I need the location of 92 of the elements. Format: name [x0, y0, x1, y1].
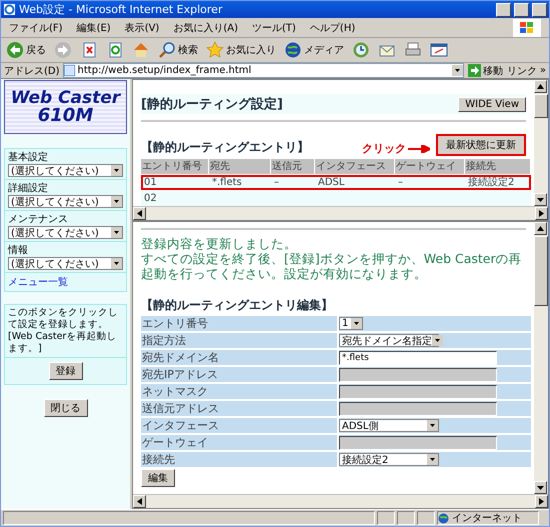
- status-panel: [377, 511, 395, 525]
- product-logo: Web Caster 610M: [4, 80, 127, 134]
- scrollbar-thumb[interactable]: [534, 236, 548, 306]
- column-header: 接続先: [465, 159, 531, 174]
- menu-item[interactable]: ヘルプ(H): [310, 20, 356, 34]
- browser-icon: [3, 3, 16, 16]
- field-label: 宛先IPアドレス: [141, 367, 337, 382]
- go-arrow-icon: [468, 64, 481, 77]
- table-cell: [465, 190, 531, 206]
- address-field[interactable]: http://web.setup/index_frame.html: [62, 63, 464, 78]
- column-header: インタフェース: [315, 159, 395, 174]
- window-icon: [430, 41, 448, 59]
- vertical-scrollbar[interactable]: [534, 80, 548, 206]
- table-cell: 01: [141, 174, 209, 190]
- links-label[interactable]: リンク: [506, 64, 537, 78]
- menu-item[interactable]: お気に入り(A): [173, 20, 238, 34]
- home-icon: [132, 41, 150, 59]
- status-message: すべての設定を終了後、[登録]ボタンを押すか、Web Casterの再起動を行ってください。設定が有効になります。: [141, 251, 523, 281]
- menu-select[interactable]: (選択してください): [8, 164, 123, 177]
- close-button[interactable]: [532, 2, 547, 16]
- table-cell: ADSL: [315, 174, 395, 190]
- horizontal-scrollbar[interactable]: [133, 494, 548, 508]
- register-button[interactable]: 登録: [48, 362, 82, 380]
- field-label: 指定方法: [141, 333, 337, 348]
- more-chevron[interactable]: »: [540, 65, 546, 76]
- menu-select[interactable]: (選択してください): [8, 195, 123, 208]
- globe-icon: [284, 41, 302, 59]
- minimize-button[interactable]: [496, 2, 511, 16]
- status-message: 登録内容を更新しました。: [141, 236, 298, 251]
- back-button[interactable]: 戻る: [5, 41, 47, 59]
- register-note: このボタンをクリックして設定を登録します。[Web Casterを再起動します。]: [5, 305, 126, 358]
- clock-icon: [352, 41, 370, 59]
- input-field[interactable]: *.flets: [339, 350, 497, 364]
- menu-label: 情報: [8, 244, 29, 257]
- search-button[interactable]: 検索: [157, 41, 199, 59]
- close-page-button[interactable]: 閉じる: [44, 398, 88, 416]
- page-icon: [64, 65, 75, 76]
- menu-item[interactable]: ファイル(F): [9, 20, 63, 34]
- field-label: インタフェース: [141, 418, 337, 433]
- menu-list-link[interactable]: メニュー一覧: [5, 273, 126, 291]
- field-label: 宛先ドメイン名: [141, 350, 337, 365]
- zone-label: インターネット: [452, 512, 522, 525]
- field-label: 送信元アドレス: [141, 401, 337, 416]
- column-header: 宛先: [209, 159, 271, 174]
- field-label: エントリ番号: [141, 316, 337, 331]
- favorites-button[interactable]: お気に入り: [205, 41, 277, 59]
- callout-text: クリック: [362, 141, 406, 156]
- vertical-scrollbar[interactable]: [534, 222, 548, 494]
- column-header: エントリ番号: [141, 159, 209, 174]
- menu-item[interactable]: 編集(E): [76, 20, 111, 34]
- scrollbar-thumb[interactable]: [534, 94, 548, 118]
- media-button[interactable]: メディア: [283, 41, 345, 59]
- select-field[interactable]: 1: [339, 317, 363, 330]
- callout-arrow-icon: [408, 144, 430, 152]
- field-label: 接続先: [141, 452, 337, 467]
- maximize-button[interactable]: [514, 2, 529, 16]
- table-cell: –: [271, 174, 315, 190]
- horizontal-scrollbar[interactable]: [133, 206, 548, 220]
- table-cell: *.flets: [209, 174, 271, 190]
- select-field[interactable]: 接続設定2: [339, 453, 439, 466]
- menu-item[interactable]: 表示(V): [124, 20, 160, 34]
- section-heading: 【静的ルーティングエントリ編集】: [141, 297, 334, 314]
- column-header: 送信元: [271, 159, 315, 174]
- status-panel: [397, 511, 415, 525]
- section-heading: 【静的ルーティングエントリ】: [141, 139, 309, 156]
- field-label: ゲートウェイ: [141, 435, 337, 450]
- menu-select[interactable]: (選択してください): [8, 226, 123, 239]
- search-icon: [158, 41, 176, 59]
- wide-view-button[interactable]: WIDE View: [458, 96, 526, 112]
- go-button[interactable]: 移動: [466, 64, 504, 78]
- column-header: ゲートウェイ: [395, 159, 465, 174]
- menu-label: 基本設定: [8, 150, 49, 164]
- page-heading: [静的ルーティング設定]: [141, 96, 283, 113]
- globe-icon: [438, 512, 449, 524]
- refresh-button[interactable]: 最新状態に更新: [436, 134, 526, 156]
- menu-item[interactable]: ツール(T): [252, 20, 296, 34]
- table-cell: 02: [141, 190, 209, 206]
- status-panel: [417, 511, 435, 525]
- window-title: Web設定 - Microsoft Internet Explorer: [19, 2, 224, 17]
- edit-button[interactable]: 編集: [141, 469, 175, 487]
- select-field[interactable]: ADSL側: [339, 419, 439, 432]
- windows-logo: [513, 18, 541, 36]
- edit-button[interactable]: [429, 41, 449, 59]
- star-icon: [206, 41, 224, 59]
- address-label: アドレス(D): [4, 64, 60, 78]
- history-button[interactable]: [351, 41, 371, 59]
- table-cell: 接続設定2: [465, 174, 531, 190]
- field-label: ネットマスク: [141, 384, 337, 399]
- menu-label: メンテナンス: [8, 213, 69, 226]
- table-cell: –: [395, 174, 465, 190]
- menu-select[interactable]: (選択してください): [8, 257, 123, 270]
- menu-label: 詳細設定: [8, 182, 49, 195]
